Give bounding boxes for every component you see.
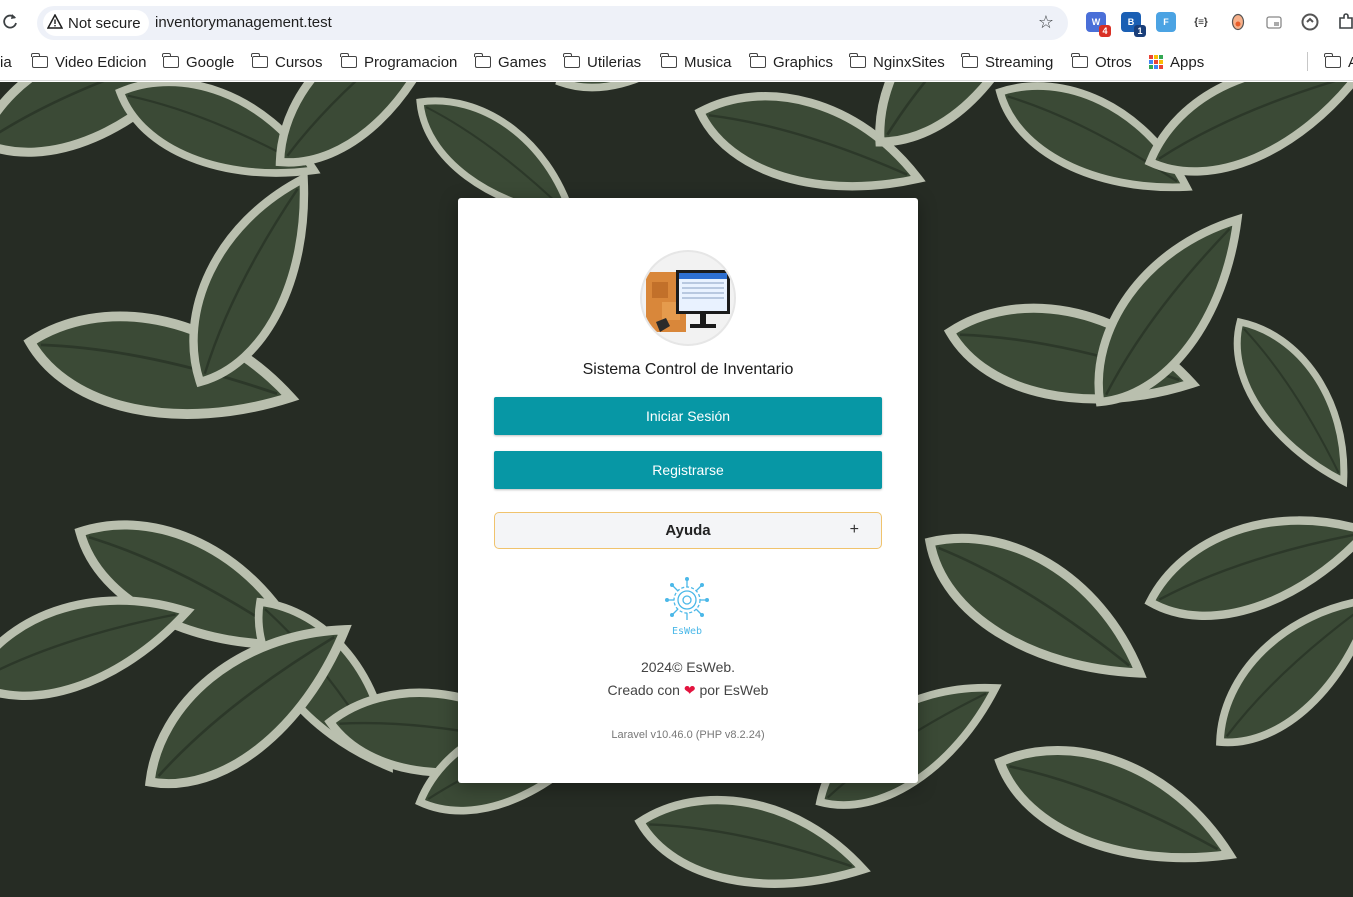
bookmark-label: Video Edicion — [55, 53, 147, 71]
login-card: Sistema Control de Inventario Iniciar Se… — [458, 198, 918, 783]
bookmark-folder-google[interactable]: Google — [162, 52, 235, 72]
inventory-logo — [640, 250, 736, 346]
extension-1-icon[interactable]: W 4 — [1086, 12, 1111, 37]
bookmark-folder-games[interactable]: Games — [474, 52, 547, 72]
warning-icon — [46, 12, 64, 33]
folder-icon — [961, 53, 978, 68]
bookmark-folder-streaming[interactable]: Streaming — [961, 52, 1054, 72]
esweb-logo-text: EsWeb — [672, 626, 702, 637]
bookmark-label: Games — [498, 53, 547, 71]
folder-icon — [474, 53, 491, 68]
bookmark-label: Apps — [1170, 53, 1205, 71]
folder-icon — [563, 53, 580, 68]
bookmark-folder-video-edicion[interactable]: Video Edicion — [31, 52, 147, 72]
address-bar[interactable]: Not secure inventorymanagement.test ☆ — [37, 6, 1068, 40]
extension-badge: 4 — [1099, 25, 1111, 37]
picture-in-picture-icon[interactable] — [1264, 12, 1284, 32]
extension-5-icon[interactable] — [1228, 12, 1248, 32]
url-text[interactable]: inventorymanagement.test — [155, 14, 332, 31]
created-prefix: Creado con — [607, 682, 680, 698]
bookmarks-separator — [1307, 52, 1308, 71]
folder-icon — [1324, 53, 1341, 68]
extension-badge: 1 — [1134, 25, 1146, 37]
bookmark-label: Graphics — [773, 53, 834, 71]
bookmark-label: Utilerias — [587, 53, 642, 71]
help-accordion-toggle[interactable]: Ayuda + — [494, 512, 882, 549]
extensions-puzzle-icon[interactable] — [1336, 12, 1353, 32]
bookmark-folder-musica[interactable]: Musica — [660, 52, 732, 72]
created-with-love: Creado con ❤ por EsWeb — [458, 682, 918, 699]
extension-7-icon[interactable] — [1300, 12, 1320, 32]
folder-icon — [1071, 53, 1088, 68]
folder-icon — [660, 53, 677, 68]
login-button[interactable]: Iniciar Sesión — [494, 397, 882, 435]
heart-icon: ❤ — [683, 682, 696, 698]
bookmark-label: Musica — [684, 53, 732, 71]
register-button[interactable]: Registrarse — [494, 451, 882, 489]
app-title: Sistema Control de Inventario — [582, 361, 794, 378]
browser-toolbar: Not secure inventorymanagement.test ☆ W … — [0, 0, 1353, 44]
bookmark-folder-cursos[interactable]: Cursos — [251, 52, 323, 72]
bookmark-label: Otros — [1095, 53, 1132, 71]
security-chip[interactable]: Not secure — [43, 10, 149, 36]
bookmark-folder-nginxsites[interactable]: NginxSites — [849, 52, 945, 72]
bookmark-label: NginxSites — [873, 53, 945, 71]
bookmark-label: ia — [0, 53, 12, 71]
framework-version: Laravel v10.46.0 (PHP v8.2.24) — [611, 729, 765, 741]
folder-icon — [162, 53, 179, 68]
json-extension-icon[interactable]: {≡} — [1191, 12, 1211, 32]
folder-icon — [749, 53, 766, 68]
apps-grid-icon — [1149, 55, 1163, 69]
created-suffix: por EsWeb — [699, 682, 769, 698]
security-label: Not secure — [68, 14, 141, 32]
bookmark-label: A — [1348, 54, 1353, 71]
extension-2-icon[interactable]: B 1 — [1121, 12, 1146, 37]
bookmark-folder-utilerias[interactable]: Utilerias — [563, 52, 642, 72]
bookmark-label: Programacion — [364, 53, 458, 71]
bookmark-label: Cursos — [275, 53, 323, 71]
reload-icon[interactable] — [2, 12, 20, 32]
extension-3-icon[interactable]: F — [1156, 12, 1176, 32]
bookmark-label: Google — [186, 53, 235, 71]
bookmark-apps[interactable]: Apps — [1149, 52, 1204, 72]
copyright-text: 2024© EsWeb. — [640, 659, 736, 675]
bookmark-star-icon[interactable]: ☆ — [1038, 12, 1054, 33]
help-accordion-label: Ayuda — [665, 522, 711, 539]
esweb-logo: EsWeb — [664, 576, 710, 638]
bookmark-folder-all[interactable]: A — [1324, 52, 1353, 72]
bookmark-folder-graphics[interactable]: Graphics — [749, 52, 834, 72]
folder-icon — [31, 53, 48, 68]
bookmarks-bar: ia Video Edicion Google Cursos Programac… — [0, 44, 1353, 81]
bookmark-folder-ia[interactable]: ia — [0, 52, 12, 72]
bookmark-folder-otros[interactable]: Otros — [1071, 52, 1132, 72]
bookmark-label: Streaming — [985, 53, 1054, 71]
plus-icon: + — [849, 521, 859, 538]
folder-icon — [340, 53, 357, 68]
folder-icon — [849, 53, 866, 68]
folder-icon — [251, 53, 268, 68]
bookmark-folder-programacion[interactable]: Programacion — [340, 52, 458, 72]
